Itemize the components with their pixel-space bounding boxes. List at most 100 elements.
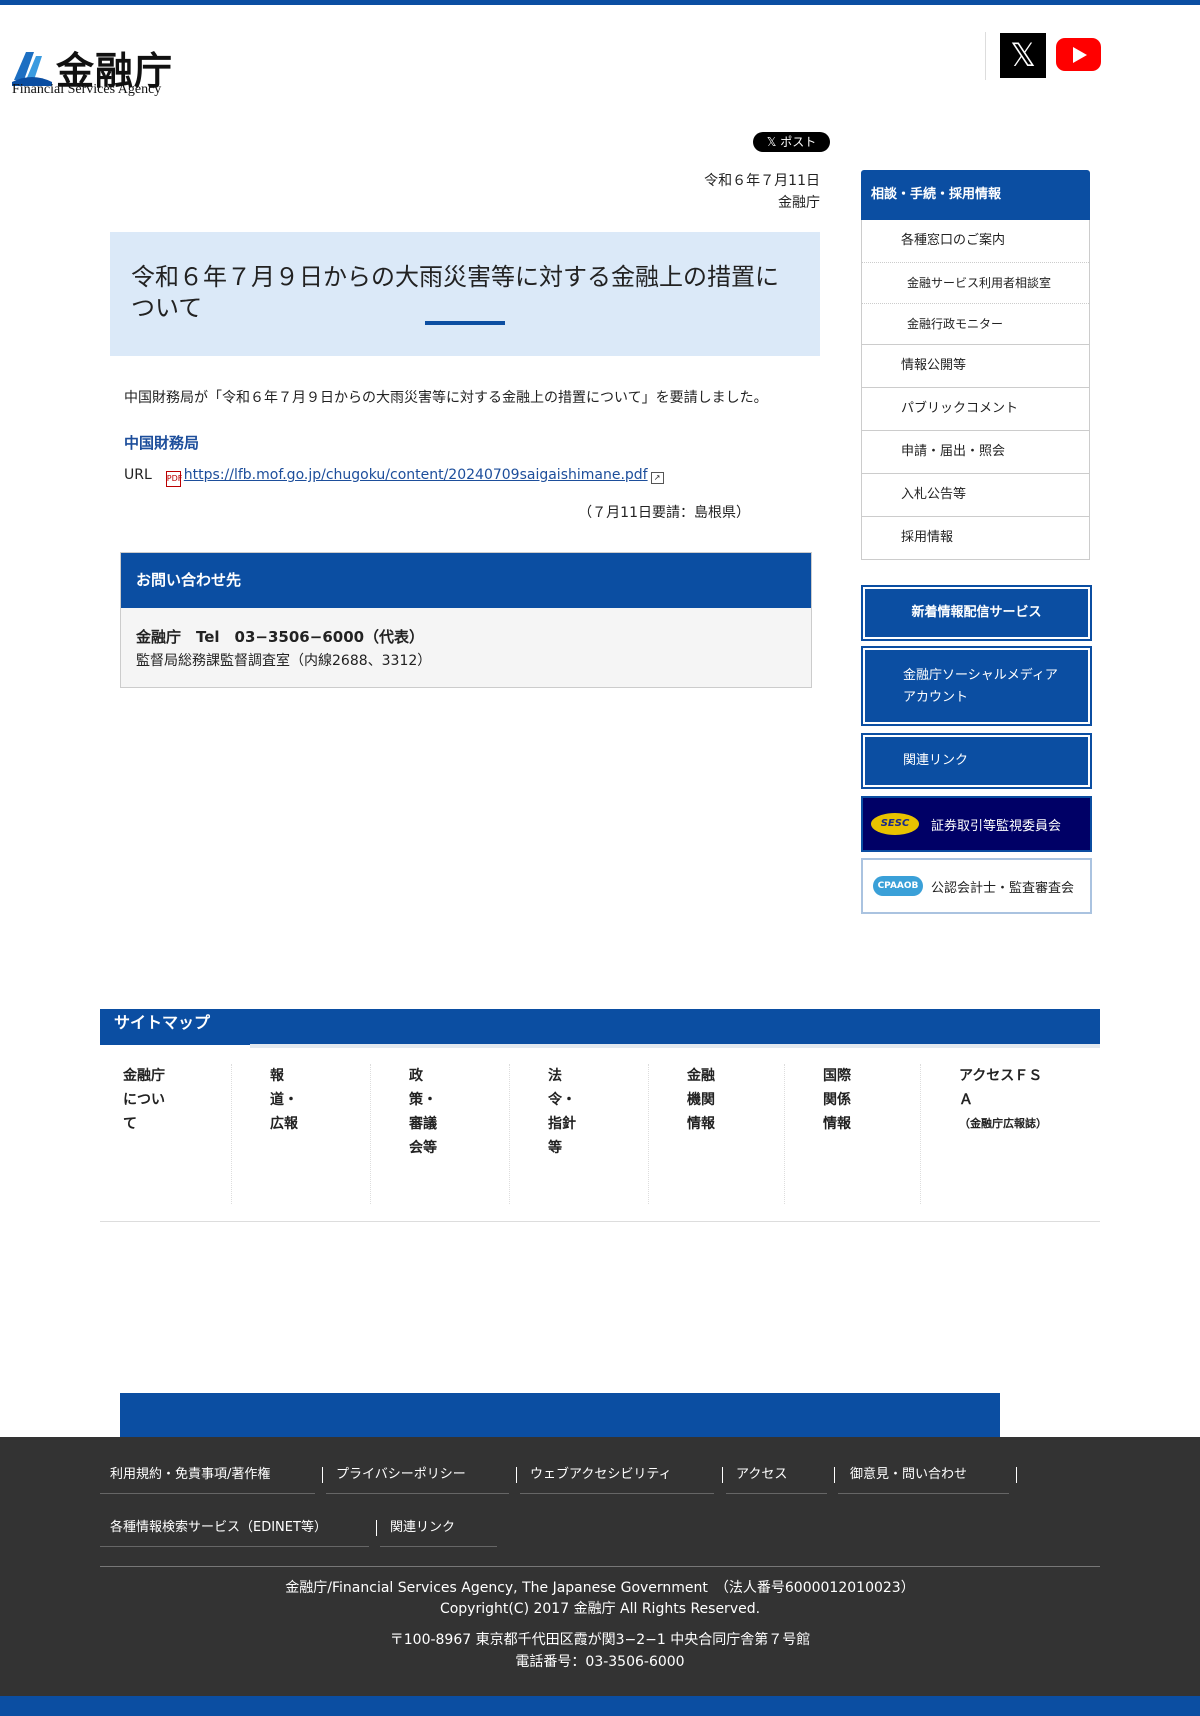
footer-separator [376,1520,377,1536]
footer-link-privacy[interactable]: プライバシーポリシー [326,1456,509,1494]
contact-heading: お問い合わせ先 [121,553,811,608]
url-row: URL PDFhttps://lfb.mof.go.jp/chugoku/cont… [124,467,664,487]
x-social-icon[interactable]: 𝕏 [1000,33,1046,78]
sitemap-link-laws-line3: 指針 [548,1116,576,1132]
pdf-link[interactable]: https://lfb.mof.go.jp/chugoku/content/20… [184,467,648,483]
sitemap-link-laws-line1: 法 [548,1068,562,1084]
footer-agency-name: 金融庁/Financial Services Agency, The Japan… [285,1580,915,1596]
sitemap-link-about-line3: て [123,1116,137,1132]
x-post-button[interactable]: 𝕏 ポスト [753,132,830,152]
sitemap-title: サイトマップ [114,1013,211,1032]
sitemap-link-international-line2: 関係 [823,1092,851,1108]
play-icon [1073,47,1087,63]
sidebar-item-recruitment[interactable]: 採用情報 [862,516,1089,559]
publish-info: 令和６年７月11日 金融庁 [704,170,820,214]
footer-link-related[interactable]: 関連リンク [380,1509,497,1547]
page-title: 令和６年７月９日からの大雨災害等に対する金融上の措置について [131,263,779,322]
sidebar-item-monitor[interactable]: 金融行政モニター [862,303,1089,344]
sidebar-heading: 相談・手続・採用情報 [861,170,1090,220]
sitemap-link-policy[interactable]: 政 策・ 審議 会等 [409,1064,510,1204]
sitemap-link-policy-line1: 政 [409,1068,423,1084]
footer-phone: 電話番号：03-3506-6000 [515,1654,685,1670]
footer-divider [100,1566,1100,1567]
sitemap-link-institutions-line3: 情報 [687,1116,715,1132]
sitemap-link-institutions-line2: 機関 [687,1092,715,1108]
footer-address: 〒100-8967 東京都千代田区霞が関3−2−1 中央合同庁舎第７号館 [389,1632,811,1648]
cpaaob-logo-icon: CPAAOB [873,876,923,896]
sitemap-columns: 金融庁 につい て 報 道・ 広報 政 策・ 審議 会等 法 令・ 指針 等 金… [100,1064,1100,1204]
sidebar-item-applications[interactable]: 申請・届出・照会 [862,430,1089,473]
social-media-label: 金融庁ソーシャルメディア アカウント [903,665,1058,709]
sitemap-strip [250,1044,1100,1048]
sidebar-menu: 相談・手続・採用情報 各種窓口のご案内 金融サービス利用者相談室 金融行政モニタ… [861,170,1090,560]
sitemap-link-about-line2: につい [123,1092,165,1108]
sitemap-header: サイトマップ [100,1009,1100,1048]
social-media-button[interactable]: 金融庁ソーシャルメディア アカウント [861,646,1092,726]
header-divider [985,32,986,80]
sitemap-link-international[interactable]: 国際 関係 情報 [823,1064,921,1204]
footer-separator [322,1467,323,1483]
social-media-label-line2: アカウント [903,690,969,705]
sidebar-item-tenders[interactable]: 入札公告等 [862,473,1089,516]
footer-top-band [120,1393,1000,1439]
footer-link-access[interactable]: アクセス [726,1456,827,1494]
sitemap-link-press-line1: 報 [270,1068,284,1084]
sitemap-link-international-line1: 国際 [823,1068,851,1084]
sitemap-link-institutions[interactable]: 金融 機関 情報 [687,1064,785,1204]
sitemap-link-policy-line3: 審議 [409,1116,437,1132]
footer-link-edinet[interactable]: 各種情報検索サービス（EDINET等） [100,1509,369,1547]
sitemap-link-policy-line2: 策・ [409,1092,437,1108]
contact-department: 監督局総務課監督調査室（内線2688、3312） [136,653,432,669]
sitemap-divider [100,1221,1100,1222]
publish-date: 令和６年７月11日 [704,173,820,189]
contact-box: お問い合わせ先 金融庁 Tel 03−3506−6000（代表） 監督局総務課監… [120,552,812,688]
footer-link-terms[interactable]: 利用規約・免責事項/著作権 [100,1456,315,1494]
sidebar-item-contact-windows[interactable]: 各種窓口のご案内 [862,220,1089,262]
footer-separator [834,1467,835,1483]
cpaaob-label: 公認会計士・監査審査会 [931,881,1075,896]
related-links-button[interactable]: 関連リンク [861,733,1092,789]
sitemap-link-access-fsa-note: （金融庁広報誌） [959,1117,1047,1130]
sidebar-item-disclosure[interactable]: 情報公開等 [862,344,1089,387]
sitemap-link-laws[interactable]: 法 令・ 指針 等 [548,1064,649,1204]
sitemap-link-press-line3: 広報 [270,1116,298,1132]
sitemap-link-policy-line4: 会等 [409,1140,437,1156]
bureau-heading: 中国財務局 [124,434,200,452]
sitemap-link-press-line2: 道・ [270,1092,298,1108]
sitemap-link-access-fsa-line2: Ａ [959,1092,973,1108]
article-body: 中国財務局が「令和６年７月９日からの大雨災害等に対する金融上の措置について」を要… [124,390,768,406]
pdf-icon: PDF [165,471,182,487]
request-note: （７月11日要請：島根県） [578,505,750,521]
logo-text-en: Financial Services Agency [12,82,162,97]
footer-link-accessibility[interactable]: ウェブアクセシビリティ [520,1456,714,1494]
social-media-label-line1: 金融庁ソーシャルメディア [903,668,1058,683]
sidebar-list: 各種窓口のご案内 金融サービス利用者相談室 金融行政モニター 情報公開等 パブリ… [861,220,1090,560]
sitemap-link-access-fsa-line1: アクセスＦＳ [959,1068,1043,1084]
title-underline [425,321,505,325]
sesc-banner[interactable]: SESC 証券取引等監視委員会 [861,796,1092,852]
sitemap-link-press[interactable]: 報 道・ 広報 [270,1064,371,1204]
youtube-icon[interactable] [1056,38,1101,71]
footer-link-feedback[interactable]: 御意見・問い合わせ [838,1456,1009,1494]
sitemap-link-about-line1: 金融庁 [123,1068,165,1084]
footer-bottom-line [0,1696,1200,1716]
cpaaob-banner[interactable]: CPAAOB 公認会計士・監査審査会 [861,858,1092,914]
fsa-logo[interactable]: 金融庁 Financial Services Agency [12,44,180,102]
sitemap-link-access-fsa[interactable]: アクセスＦＳ Ａ （金融庁広報誌） [959,1064,1079,1204]
url-label: URL [124,467,152,483]
sidebar-item-public-comment[interactable]: パブリックコメント [862,387,1089,430]
page-title-box: 令和６年７月９日からの大雨災害等に対する金融上の措置について [110,232,820,356]
sidebar-item-user-consultation[interactable]: 金融サービス利用者相談室 [862,262,1089,303]
sesc-label: 証券取引等監視委員会 [931,819,1062,834]
sitemap-link-international-line3: 情報 [823,1116,851,1132]
news-delivery-button[interactable]: 新着情報配信サービス [861,585,1092,641]
sitemap-link-laws-line2: 令・ [548,1092,576,1108]
publish-org: 金融庁 [778,195,820,211]
contact-phone: 金融庁 Tel 03−3506−6000（代表） [136,628,425,646]
fsa-logo-mark-icon [12,52,52,86]
footer-separator [1016,1467,1017,1483]
sitemap-link-laws-line4: 等 [548,1140,562,1156]
sesc-logo-icon: SESC [871,813,919,835]
sitemap-link-institutions-line1: 金融 [687,1068,715,1084]
sitemap-link-about[interactable]: 金融庁 につい て [123,1064,232,1204]
